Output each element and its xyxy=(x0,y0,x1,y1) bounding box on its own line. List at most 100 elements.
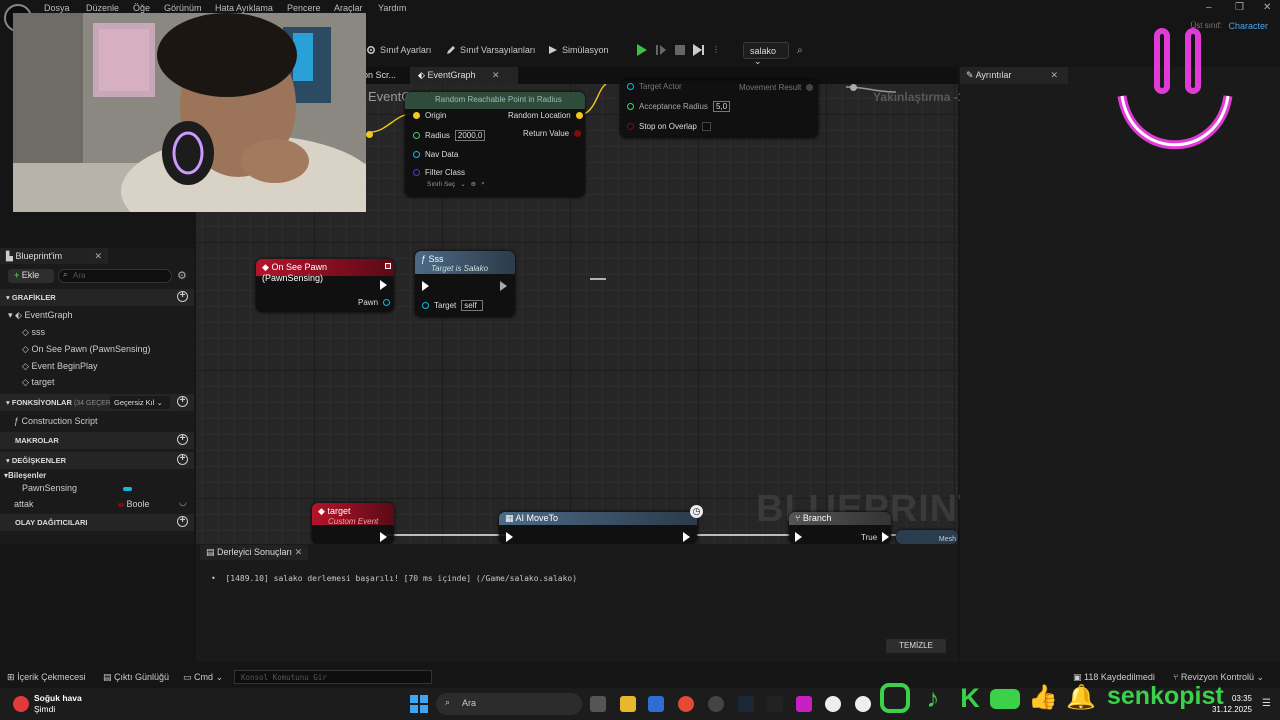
sss-exec-out[interactable] xyxy=(500,281,507,291)
steam-icon[interactable] xyxy=(738,696,754,712)
branch-exec-in[interactable] xyxy=(795,532,802,542)
task-view-icon[interactable] xyxy=(590,696,606,712)
add-macro-icon[interactable]: + xyxy=(177,434,188,445)
menu-edit[interactable]: Düzenle xyxy=(86,3,119,13)
cmd-dropdown[interactable]: ▭ Cmd ⌄ xyxy=(183,672,223,683)
simulation-button[interactable]: Simülasyon xyxy=(548,45,609,55)
output-log-button[interactable]: ▤ Çıktı Günlüğü xyxy=(103,672,169,683)
nav-data-pin[interactable]: Nav Data xyxy=(413,150,458,159)
step-icon[interactable] xyxy=(655,44,667,56)
unreal-engine-icon[interactable] xyxy=(825,696,841,712)
add-variable-icon[interactable]: + xyxy=(177,454,188,465)
target-event-exec-out[interactable] xyxy=(380,532,387,542)
stop-icon[interactable] xyxy=(674,44,686,56)
minimize-icon[interactable]: – xyxy=(1206,2,1212,13)
store-icon[interactable] xyxy=(648,696,664,712)
target-actor-pin[interactable]: Target Actor xyxy=(627,82,682,91)
close-icon[interactable]: ✕ xyxy=(492,70,500,80)
filter-class-pin[interactable]: Filter Class xyxy=(413,168,465,177)
list-item-on-see-pawn[interactable]: ◇ On See Pawn (PawnSensing) xyxy=(22,344,151,355)
menu-asset[interactable]: Öğe xyxy=(133,3,150,13)
pawn-pin[interactable]: Pawn xyxy=(358,298,391,307)
menu-help[interactable]: Yardım xyxy=(378,3,406,13)
sss-exec-in[interactable] xyxy=(422,281,429,291)
list-item-target[interactable]: ◇ target xyxy=(22,377,54,388)
close-icon[interactable]: ✕ xyxy=(295,547,303,557)
list-item-attak[interactable]: attak xyxy=(14,499,34,509)
stop-on-overlap-pin[interactable]: Stop on Overlap xyxy=(627,122,711,131)
eject-icon[interactable] xyxy=(692,44,704,56)
unreal-engine-2-icon[interactable] xyxy=(855,696,871,712)
debug-object-dropdown[interactable]: salako ⌄ xyxy=(743,42,789,66)
section-event-dispatchers[interactable]: OLAY DAĞITICILARI + xyxy=(0,514,194,531)
radius-field[interactable]: 2000,0 xyxy=(454,130,486,141)
branch-true-pin[interactable]: True xyxy=(861,532,890,542)
mesh-node[interactable]: Mesh xyxy=(896,530,958,544)
add-graph-icon[interactable]: + xyxy=(177,291,188,302)
movement-result-pin[interactable]: Movement Result xyxy=(739,83,814,92)
delegate-pin-icon[interactable] xyxy=(385,263,391,269)
add-function-icon[interactable]: + xyxy=(177,396,188,407)
settings-gear-icon[interactable]: ⚙ xyxy=(177,269,187,282)
find-object-icon[interactable]: ⌕ xyxy=(797,45,803,56)
visibility-eye-icon[interactable]: ◡ xyxy=(179,497,187,508)
sss-target-pin[interactable]: Target self xyxy=(422,300,484,311)
acceptance-radius-field[interactable]: 5,0 xyxy=(712,101,731,112)
ai-move-to-exec-in[interactable] xyxy=(506,532,513,542)
close-icon[interactable]: ✕ xyxy=(94,251,102,262)
tab-event-graph[interactable]: ⬖ EventGraph ✕ xyxy=(410,67,518,84)
tab-my-blueprint[interactable]: ▙ Blueprint'im ✕ xyxy=(0,248,108,264)
chrome-icon[interactable] xyxy=(678,696,694,712)
variable-type[interactable]: Boole xyxy=(118,499,150,509)
add-dispatcher-icon[interactable]: + xyxy=(177,516,188,527)
radius-pin[interactable]: Radius 2000,0 xyxy=(413,130,486,141)
tab-details[interactable]: ✎ Ayrıntılar ✕ xyxy=(960,67,1068,84)
file-explorer-icon[interactable] xyxy=(620,696,636,712)
tab-compiler-results[interactable]: ▤ Derleyici Sonuçları ✕ xyxy=(200,545,309,560)
origin-pin[interactable]: Origin xyxy=(413,111,446,120)
clear-button[interactable]: TEMİZLE xyxy=(886,639,946,653)
random-location-pin[interactable]: Random Location xyxy=(508,111,583,120)
play-options-icon[interactable]: ⋮ xyxy=(712,45,720,54)
windows-start-icon[interactable] xyxy=(410,695,428,713)
class-settings-button[interactable]: Sınıf Ayarları xyxy=(366,45,431,55)
close-icon[interactable]: ✕ xyxy=(1050,70,1058,81)
class-defaults-button[interactable]: Sınıf Varsayılanları xyxy=(446,45,535,55)
list-item-sss[interactable]: ◇ sss xyxy=(22,327,45,338)
console-input[interactable]: Konsol Komutunu Gir xyxy=(234,670,432,684)
search-icon[interactable]: ⌕ xyxy=(481,180,485,188)
list-item-pawnsensing[interactable]: PawnSensing xyxy=(22,483,77,493)
epic-games-icon[interactable] xyxy=(767,696,783,712)
override-dropdown[interactable]: Geçersiz Kıl ⌄ xyxy=(110,396,170,409)
components-category[interactable]: ▾Bileşenler xyxy=(4,471,46,480)
section-macros[interactable]: MAKROLAR + xyxy=(0,432,194,449)
menu-file[interactable]: Dosya xyxy=(44,3,70,13)
menu-view[interactable]: Görünüm xyxy=(164,3,202,13)
play-icon[interactable] xyxy=(636,44,648,56)
list-item-begin-play[interactable]: ◇ Event BeginPlay xyxy=(22,361,97,372)
return-value-pin[interactable]: Return Value xyxy=(523,129,582,138)
sss-target-field[interactable]: self xyxy=(461,300,484,311)
system-clock[interactable]: 03:35 31.12.2025 xyxy=(1212,693,1252,715)
weather-icon[interactable] xyxy=(13,696,29,712)
ai-move-to-exec-out[interactable] xyxy=(683,532,690,542)
filter-class-select[interactable]: Sınıfı Seç ⌄ ⊕ ⌕ xyxy=(427,180,485,188)
acceptance-radius-pin[interactable]: Acceptance Radius 5,0 xyxy=(627,101,731,112)
checkbox[interactable] xyxy=(701,122,711,131)
app-icon[interactable] xyxy=(708,696,724,712)
content-drawer-button[interactable]: ⊞ İçerik Çekmecesi xyxy=(7,672,86,683)
menu-debug[interactable]: Hata Ayıklama xyxy=(215,3,273,13)
close-window-icon[interactable]: ✕ xyxy=(1263,2,1271,13)
on-see-pawn-exec-out[interactable] xyxy=(380,280,387,290)
notification-icon[interactable]: ☰ xyxy=(1262,698,1271,709)
browse-icon[interactable]: ⊕ xyxy=(471,180,476,188)
blueprint-search-input[interactable]: ⌕ Ara xyxy=(58,269,172,283)
list-item-construction-script[interactable]: ƒ Construction Script xyxy=(14,416,98,426)
taskbar-search[interactable]: ⌕ Ara xyxy=(436,693,582,715)
app-pink-icon[interactable] xyxy=(796,696,812,712)
list-item-eventgraph[interactable]: ▾ ⬖ EventGraph xyxy=(8,310,73,321)
menu-window[interactable]: Pencere xyxy=(287,3,321,13)
weather-widget[interactable]: Soğuk hava Şimdi xyxy=(34,693,82,715)
location-pin-dot[interactable] xyxy=(366,131,373,138)
reroute-node[interactable] xyxy=(850,84,857,91)
